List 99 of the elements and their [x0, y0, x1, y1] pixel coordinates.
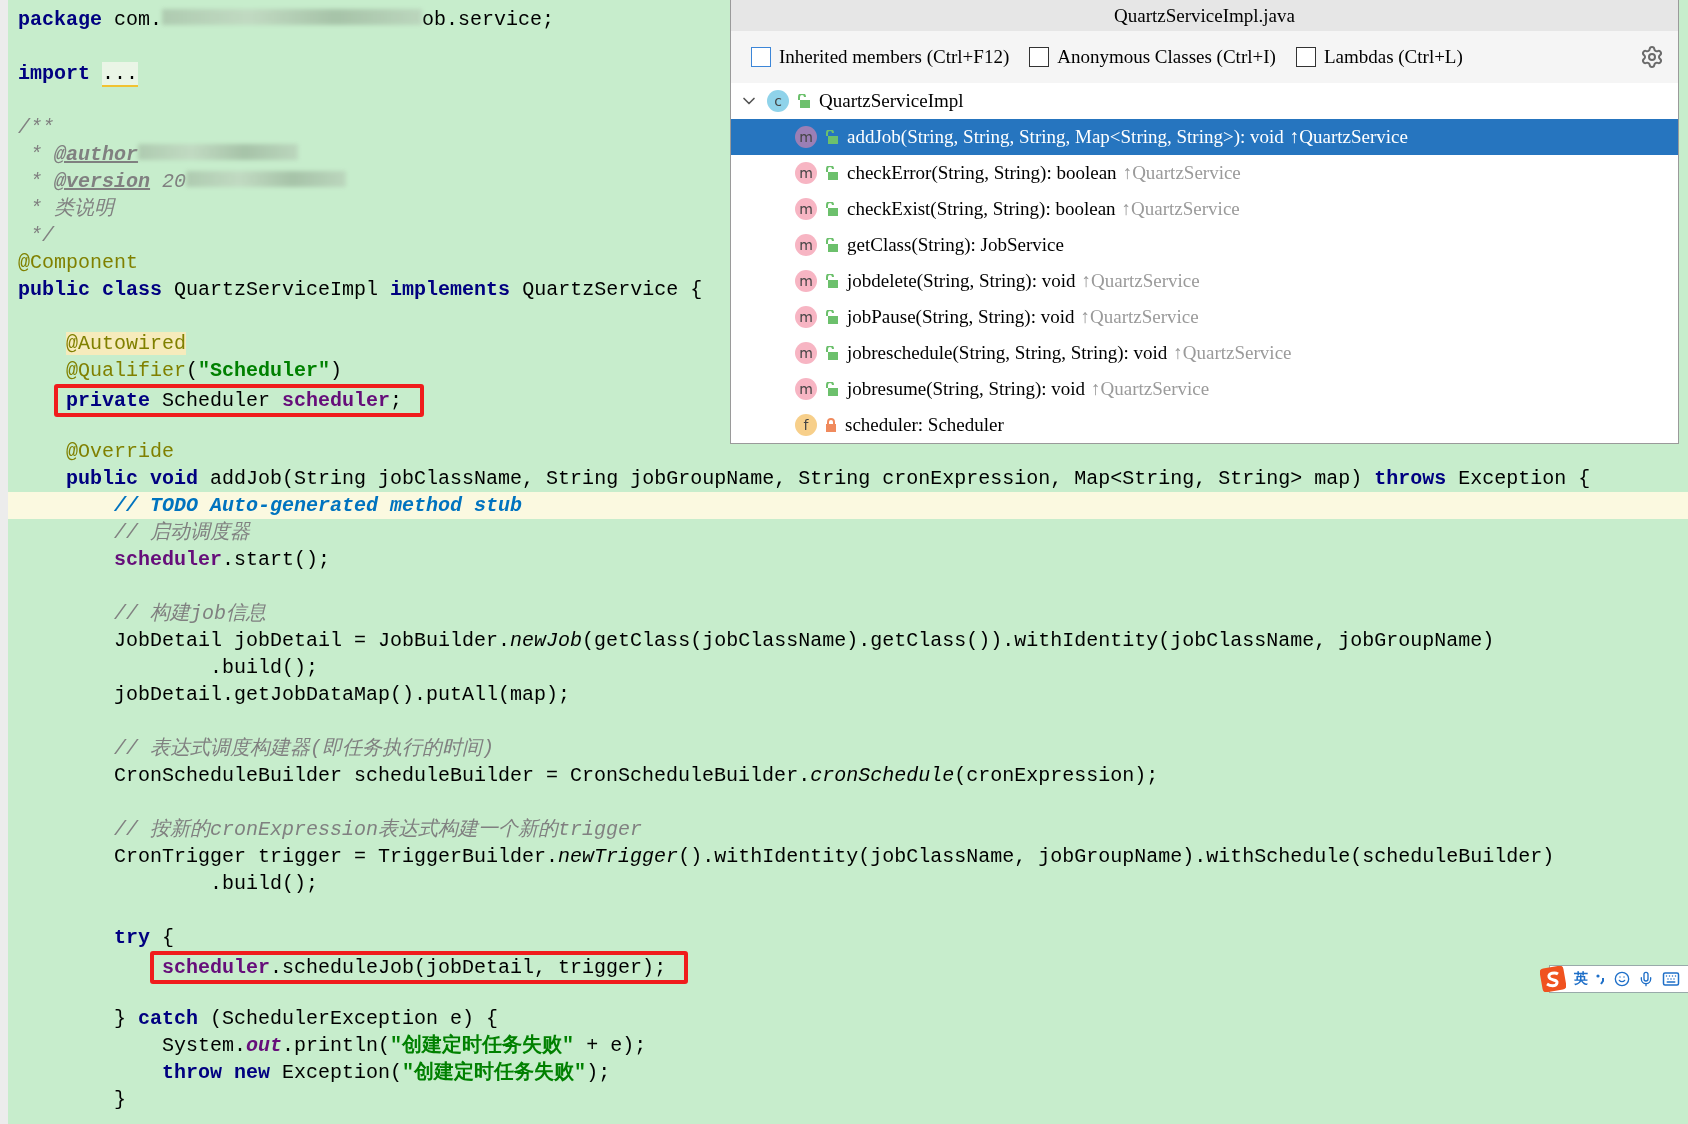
microphone-icon[interactable]	[1638, 971, 1654, 987]
code-text: );	[586, 1061, 611, 1084]
code-method: newJob	[510, 629, 583, 652]
code-text: com.	[114, 8, 163, 31]
code-text: .build();	[210, 656, 319, 679]
method-badge-icon: m	[795, 162, 817, 184]
code-keyword: private	[66, 389, 151, 412]
doc-tag: @version	[54, 170, 151, 193]
code-text: }	[114, 1007, 128, 1030]
code-keyword: public class	[18, 278, 163, 301]
code-text: .scheduleJob(jobDetail, trigger);	[270, 956, 667, 979]
code-comment: 20	[162, 170, 187, 193]
code-annotation: @Autowired	[66, 332, 187, 355]
punctuation-icon[interactable]	[1596, 972, 1606, 986]
keyboard-icon[interactable]	[1662, 970, 1680, 988]
code-text: (cronExpression);	[954, 764, 1159, 787]
doc-tag: @author	[54, 143, 139, 166]
code-field: out	[246, 1034, 283, 1057]
structure-item[interactable]: c QuartzServiceImpl	[731, 83, 1678, 119]
code-string: "创建定时任务失败"	[390, 1034, 575, 1057]
structure-item[interactable]: m checkExist(String, String): boolean ↑QuartzService	[731, 191, 1678, 227]
code-text: QuartzService {	[522, 278, 703, 301]
structure-item[interactable]: m jobdelete(String, String): void ↑QuartzService	[731, 263, 1678, 299]
code-keyword: catch	[138, 1007, 199, 1030]
code-text: + e);	[586, 1034, 647, 1057]
structure-item[interactable]: m checkError(String, String): boolean ↑QuartzService	[731, 155, 1678, 191]
settings-icon[interactable]	[1640, 45, 1664, 69]
method-badge-icon: m	[795, 126, 817, 148]
code-keyword: try	[114, 926, 151, 949]
structure-item[interactable]: f scheduler: Scheduler	[731, 407, 1678, 443]
code-text: Exception(	[282, 1061, 403, 1084]
structure-item[interactable]: m jobresume(String, String): void ↑QuartzService	[731, 371, 1678, 407]
option-checkbox[interactable]: Lambdas (Ctrl+L)	[1295, 46, 1463, 68]
code-text: jobDetail.getJobDataMap().putAll(map);	[114, 683, 571, 706]
method-badge-icon: m	[795, 306, 817, 328]
code-comment: * 类说明	[30, 197, 115, 220]
code-string: "创建定时任务失败"	[402, 1061, 587, 1084]
method-badge-icon: m	[795, 198, 817, 220]
code-method: newTrigger	[558, 845, 679, 868]
code-comment: // 表达式调度构建器(即任务执行的时间)	[114, 737, 495, 760]
code-text: {	[162, 926, 175, 949]
code-text: ;	[390, 389, 403, 412]
code-text: .start();	[222, 548, 331, 571]
structure-item[interactable]: m jobreschedule(String, String, String): void ↑QuartzService	[731, 335, 1678, 371]
code-text: Scheduler	[162, 389, 272, 412]
code-string: "Scheduler"	[198, 359, 331, 382]
code-method: cronSchedule	[810, 764, 955, 787]
code-text: .println(	[282, 1034, 391, 1057]
code-comment: *	[30, 170, 44, 193]
code-text: addJob(String jobClassName, String jobGroupName, String cronExpression, Map<String, String> map)	[210, 467, 1364, 490]
code-comment: /**	[18, 116, 54, 139]
option-checkbox[interactable]: Inherited members (Ctrl+F12)	[751, 46, 1010, 68]
method-badge-icon: m	[795, 342, 817, 364]
code-keyword: throw new	[162, 1061, 271, 1084]
code-comment: */	[30, 224, 55, 247]
code-field: scheduler	[282, 389, 391, 412]
field-badge-icon: f	[795, 414, 817, 436]
code-annotation: @Qualifier	[66, 359, 187, 382]
code-field: scheduler	[162, 956, 271, 979]
todo-comment: // TODO Auto-generated method stub	[114, 494, 523, 517]
code-text: .build();	[210, 872, 319, 895]
code-comment: // 构建job信息	[114, 602, 267, 625]
code-comment: // 按新的cronExpression表达式构建一个新的trigger	[114, 818, 643, 841]
code-text: QuartzServiceImpl	[174, 278, 380, 301]
code-keyword: throws	[1374, 467, 1447, 490]
code-text: Exception {	[1458, 467, 1591, 490]
code-text: CronScheduleBuilder scheduleBuilder = CronScheduleBuilder.	[114, 764, 811, 787]
code-text: JobDetail jobDetail = JobBuilder.	[114, 629, 511, 652]
code-annotation: @Component	[18, 251, 139, 274]
method-badge-icon: m	[795, 270, 817, 292]
code-keyword: import	[18, 62, 91, 85]
ime-mode-toggle[interactable]: 英	[1574, 970, 1588, 988]
popup-title: QuartzServiceImpl.java	[731, 0, 1678, 31]
code-text: }	[114, 1088, 127, 1111]
emoji-icon[interactable]	[1614, 971, 1630, 987]
code-text: (	[186, 359, 199, 382]
code-field: scheduler	[114, 548, 223, 571]
structure-item[interactable]: m jobPause(String, String): void ↑QuartzService	[731, 299, 1678, 335]
code-text: (SchedulerException e) {	[210, 1007, 499, 1030]
ime-logo-icon[interactable]	[1540, 966, 1566, 992]
code-keyword: public void	[66, 467, 199, 490]
code-text: (getClass(jobClassName).getClass()).withIdentity(jobClassName, jobGroupName)	[582, 629, 1495, 652]
class-badge-icon: c	[767, 90, 789, 112]
method-badge-icon: m	[795, 378, 817, 400]
code-text: ().withIdentity(jobClassName, jobGroupName).withSchedule(scheduleBuilder)	[678, 845, 1555, 868]
structure-item[interactable]: m addJob(String, String, String, Map<String, String>): void ↑QuartzService	[731, 119, 1678, 155]
code-annotation: @Override	[66, 440, 175, 463]
code-keyword: package	[18, 8, 102, 31]
code-comment: // 启动调度器	[114, 521, 251, 544]
folded-imports[interactable]: ...	[102, 62, 139, 87]
code-text: System.	[162, 1034, 247, 1057]
option-checkbox[interactable]: Anonymous Classes (Ctrl+I)	[1029, 46, 1276, 68]
method-badge-icon: m	[795, 234, 817, 256]
code-comment: *	[30, 143, 44, 166]
code-text: ob.service;	[422, 8, 555, 31]
structure-item[interactable]: m getClass(String): JobService	[731, 227, 1678, 263]
code-keyword: implements	[390, 278, 511, 301]
code-text: CronTrigger trigger = TriggerBuilder.	[114, 845, 559, 868]
code-text: )	[330, 359, 343, 382]
